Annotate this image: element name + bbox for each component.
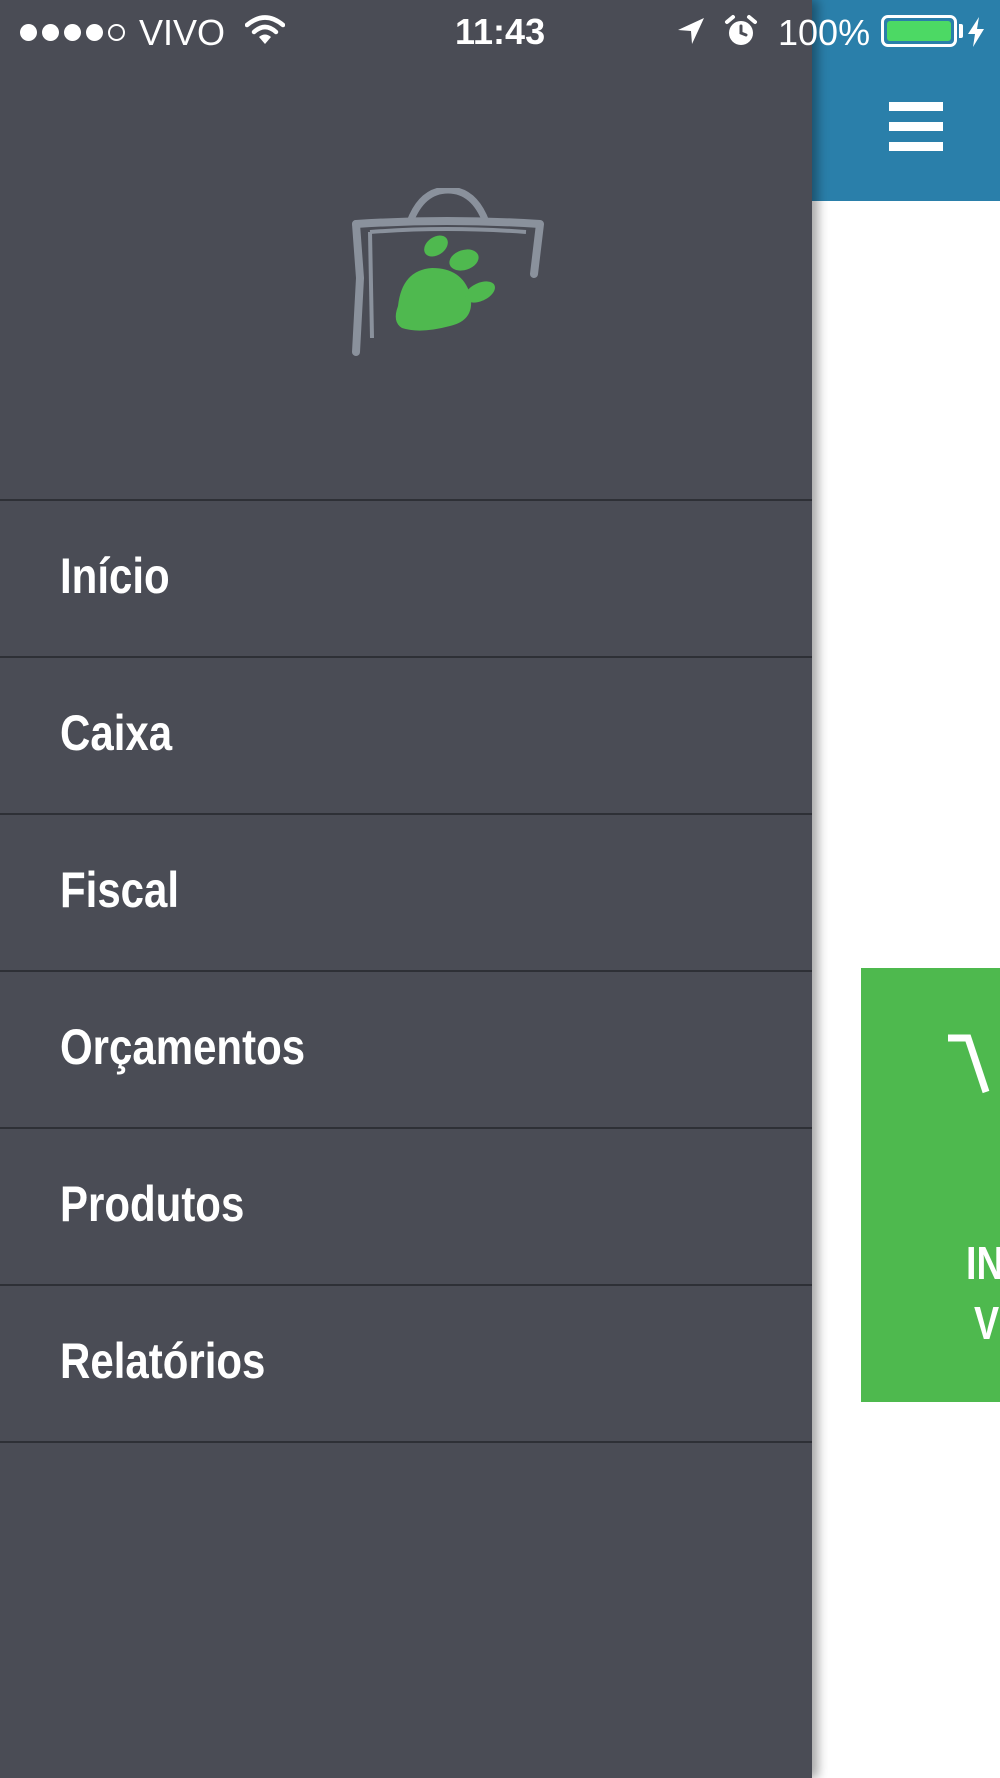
menu-item-label: Caixa [60,705,173,761]
menu-item-fiscal[interactable]: Fiscal [0,815,812,972]
menu-item-label: Relatórios [60,1333,266,1389]
battery-icon [881,15,957,47]
card-text-line-2: V [974,1297,1000,1349]
battery-level [887,21,951,41]
signal-dot [42,24,59,41]
drawer-menu: Início Caixa Fiscal Orçamentos Produtos … [0,499,812,1443]
wifi-icon [245,15,285,44]
paw-shopping-bag-logo [352,188,544,356]
green-card[interactable]: IN V [861,968,1000,1402]
charging-bolt-icon [968,17,984,47]
screen: IN V VIVO 11:43 100% Início Caixa Fiscal… [0,0,1000,1778]
status-bar: VIVO 11:43 100% [0,0,1000,64]
signal-dot [108,24,125,41]
check-mark-icon [948,1034,990,1094]
menu-item-orcamentos[interactable]: Orçamentos [0,972,812,1129]
location-arrow-icon [678,18,704,44]
menu-item-inicio[interactable]: Início [0,501,812,658]
main-content: IN V [812,0,1000,1778]
menu-item-relatorios[interactable]: Relatórios [0,1286,812,1443]
side-drawer: Início Caixa Fiscal Orçamentos Produtos … [0,0,812,1778]
hamburger-icon[interactable] [889,102,945,152]
menu-item-label: Início [60,548,170,604]
clock: 11:43 [455,11,546,52]
menu-item-label: Produtos [60,1176,245,1232]
battery-tip [959,24,963,38]
menu-item-caixa[interactable]: Caixa [0,658,812,815]
signal-strength-indicator [20,24,125,41]
menu-item-label: Fiscal [60,862,180,918]
signal-dot [20,24,37,41]
signal-dot [64,24,81,41]
card-text-line-1: IN [966,1237,1000,1289]
menu-item-label: Orçamentos [60,1019,306,1075]
alarm-clock-icon [725,15,757,45]
battery-percentage: 100% [778,12,871,53]
signal-dot [86,24,103,41]
menu-item-produtos[interactable]: Produtos [0,1129,812,1286]
carrier-name: VIVO [139,12,226,53]
